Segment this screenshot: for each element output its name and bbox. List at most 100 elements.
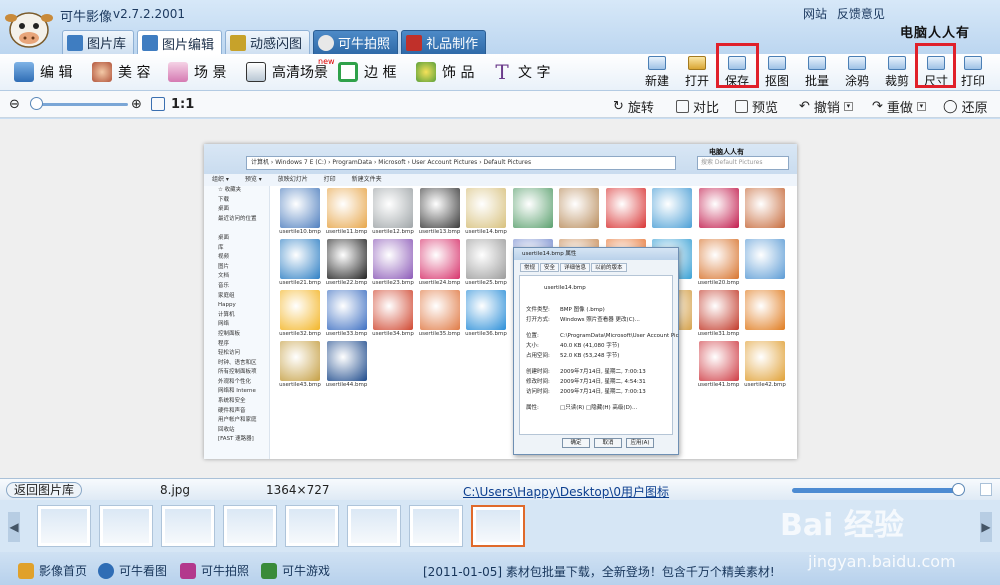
file-path-link[interactable]: C:\Users\Happy\Desktop\0用户图标 — [463, 483, 669, 500]
filmstrip-thumbnail[interactable] — [161, 505, 215, 547]
new-button[interactable]: 新建 — [641, 55, 673, 89]
explorer-thumbnail — [698, 290, 739, 330]
filmstrip-thumbnail[interactable] — [37, 505, 91, 547]
fit-window-icon[interactable] — [151, 97, 165, 111]
dialog-row-label: 访问时间: — [526, 389, 550, 395]
tool-text[interactable]: T 文 字 — [492, 60, 550, 84]
zoom-slider-handle[interactable] — [30, 97, 43, 110]
link-home[interactable]: 影像首页 — [18, 562, 87, 579]
filmstrip-thumbnail[interactable] — [409, 505, 463, 547]
tool-edit[interactable]: 编 辑 — [14, 60, 72, 84]
thumbnail-size-handle[interactable] — [952, 483, 965, 496]
explorer-thumbnail-caption: usertile23.bmp — [372, 280, 414, 286]
tab-label: 可牛拍照 — [338, 37, 391, 52]
link-camera[interactable]: 可牛拍照 — [180, 562, 249, 579]
open-button[interactable]: 打开 — [681, 55, 713, 89]
zoom-in-icon[interactable]: ⊕ — [131, 97, 142, 112]
rotate-button[interactable]: ↻ 旋转 — [613, 97, 654, 116]
open-folder-icon — [688, 56, 706, 70]
dialog-tab: 常规 — [520, 263, 540, 272]
compare-icon — [676, 100, 689, 113]
undo-dropdown-icon[interactable]: ▾ — [843, 102, 853, 111]
tab-image-edit[interactable]: 图片编辑 — [137, 30, 223, 55]
redo-label: 重做 — [886, 101, 913, 116]
text-icon: T — [495, 60, 509, 84]
main-tabs: 图片库 图片编辑 动感闪图 可牛拍照 礼品制作 — [62, 30, 487, 55]
link-viewer[interactable]: 可牛看图 — [98, 562, 167, 579]
actual-size-button[interactable]: 1:1 — [171, 97, 194, 112]
doodle-button[interactable]: 涂鸦 — [841, 55, 873, 89]
feedback-link[interactable]: 反馈意见 — [837, 7, 885, 21]
explorer-thumbnail — [280, 341, 320, 381]
explorer-thumbnail — [745, 239, 785, 279]
tab-gift-making[interactable]: 礼品制作 — [401, 30, 487, 54]
filmstrip-thumbnail[interactable] — [471, 505, 525, 547]
filmstrip-toggle[interactable] — [980, 483, 992, 496]
filmstrip-thumbnail-image — [413, 509, 459, 543]
link-label: 影像首页 — [39, 564, 88, 578]
dialog-row-value: 2009年7月14日, 星期二, 7:00:13 — [560, 369, 646, 375]
tool-hd-scene[interactable]: 高清场景 — [246, 60, 328, 84]
explorer-thumbnail — [559, 188, 599, 228]
preview-button[interactable]: 预览 — [735, 97, 778, 116]
filmstrip-thumbnail[interactable] — [223, 505, 277, 547]
explorer-thumbnail-caption: usertile20.bmp — [697, 280, 740, 286]
dialog-row-value: 2009年7月14日, 星期二, 7:00:13 — [560, 389, 646, 395]
tool-frame[interactable]: 边 框 — [338, 60, 396, 84]
filmstrip-thumbnail[interactable] — [285, 505, 339, 547]
print-button[interactable]: 打印 — [957, 55, 989, 89]
tool-label: 批量 — [804, 74, 829, 88]
filmstrip-thumbnail[interactable] — [347, 505, 401, 547]
tool-beauty[interactable]: 美 容 — [92, 60, 150, 84]
explorer-menu-item: 组织 ▾ — [212, 176, 229, 183]
explorer-thumbnail — [466, 290, 506, 330]
zoom-out-icon[interactable]: ⊖ — [9, 97, 20, 112]
crop-button[interactable]: 裁剪 — [881, 55, 913, 89]
explorer-nav-item: Happy — [218, 302, 236, 309]
filmstrip-left-arrow-icon[interactable]: ◀ — [8, 512, 20, 542]
dialog-file-name: usertile14.bmp — [544, 285, 586, 291]
news-ticker[interactable]: [2011-01-05] 素材包批量下载，全新登场！包含千万个精美素材! — [423, 563, 775, 580]
tool-label: 文 字 — [518, 65, 551, 81]
tab-image-library[interactable]: 图片库 — [62, 30, 135, 54]
dialog-row-label: 大小: — [526, 343, 539, 349]
rotate-label: 旋转 — [627, 101, 654, 116]
tab-animated-gif[interactable]: 动感闪图 — [225, 30, 311, 54]
edit-canvas[interactable]: 电脑人人有 计算机 › Windows 7 E (C:) › ProgramDa… — [0, 119, 1000, 478]
webcam-icon — [318, 34, 335, 51]
explorer-nav-item: ☆ 收藏夹 — [218, 187, 242, 193]
dialog-ok: 确定 — [562, 438, 590, 448]
tab-camera[interactable]: 可牛拍照 — [313, 30, 399, 54]
redo-button[interactable]: ↷ 重做 ▾ — [872, 97, 926, 116]
website-link[interactable]: 网站 — [803, 7, 827, 21]
explorer-thumbnail — [326, 239, 367, 279]
zoom-slider[interactable] — [30, 103, 128, 106]
redo-dropdown-icon[interactable]: ▾ — [916, 102, 926, 111]
cutout-button[interactable]: 抠图 — [761, 55, 793, 89]
dialog-tabs: 常规 安全 详细信息 以前的版本 — [520, 263, 678, 272]
explorer-menu-item: 预览 ▾ — [244, 176, 262, 183]
filmstrip-thumbnail-image — [351, 509, 397, 543]
filmstrip-thumbnail-image — [476, 510, 520, 542]
filmstrip-right-arrow-icon[interactable]: ▶ — [980, 512, 992, 542]
explorer-thumbnail — [466, 239, 506, 279]
explorer-menu-item: 放映幻灯片 — [277, 176, 308, 183]
batch-button[interactable]: 批量 — [801, 55, 833, 89]
link-game[interactable]: 可牛游戏 — [261, 562, 330, 579]
explorer-thumbnail — [419, 290, 460, 330]
explorer-nav-item: 桌面 — [218, 234, 230, 241]
thumbnail-size-slider[interactable] — [792, 488, 964, 493]
restore-label: 还原 — [961, 101, 988, 116]
compare-button[interactable]: 对比 — [676, 97, 719, 116]
restore-button[interactable]: ◯ 还原 — [943, 97, 988, 116]
dialog-title: usertile14.bmp 属性 — [514, 248, 678, 260]
explorer-nav-item: 计算机 — [218, 311, 235, 318]
undo-button[interactable]: ↶ 撤销 ▾ — [799, 97, 853, 116]
tool-decoration[interactable]: 饰 品 — [416, 60, 474, 84]
explorer-nav-item: 硬件和声音 — [218, 407, 246, 414]
back-to-library-button[interactable]: 返回图片库 — [6, 482, 83, 498]
preview-label: 预览 — [752, 101, 779, 116]
tool-scene[interactable]: 场 景 — [168, 60, 226, 84]
scene-icon — [168, 62, 188, 82]
filmstrip-thumbnail[interactable] — [99, 505, 153, 547]
